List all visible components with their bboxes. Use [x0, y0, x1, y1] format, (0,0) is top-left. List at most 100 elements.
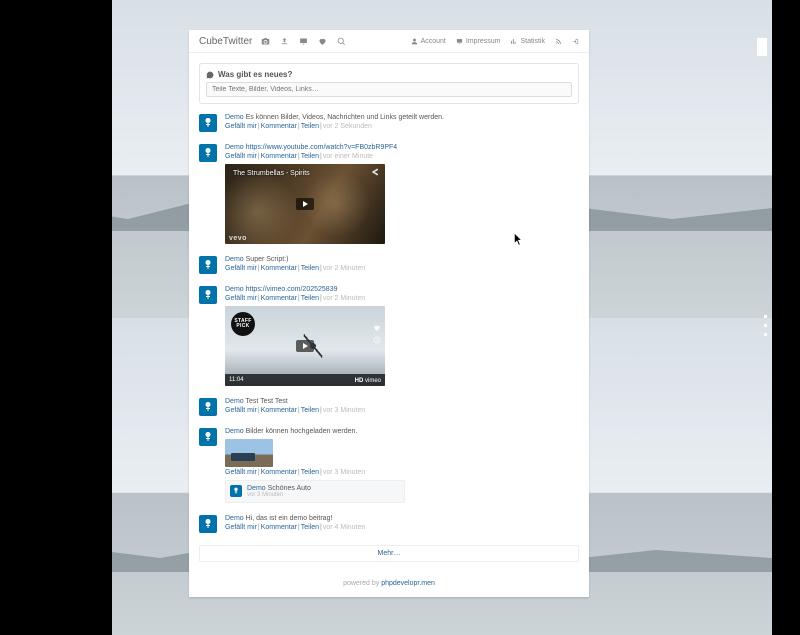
video-title: The Strumbellas - Spirits — [233, 170, 310, 177]
brand[interactable]: CubeTwitter — [199, 36, 252, 47]
vevo-badge: vevo — [229, 235, 247, 242]
load-more[interactable]: Mehr… — [199, 545, 579, 562]
post: Demo https://vimeo.com/202525839 Gefällt… — [199, 286, 579, 386]
like-link[interactable]: Gefällt mir — [225, 524, 257, 531]
post-text: Es können Bilder, Videos, Nachrichten un… — [246, 114, 444, 121]
compose-title: Was gibt es neues? — [218, 70, 292, 79]
play-icon[interactable] — [296, 198, 314, 210]
post-time: vor 2 Sekunden — [323, 123, 372, 130]
avatar[interactable] — [199, 286, 217, 304]
app-panel: CubeTwitter Account Impressum Statistik … — [189, 30, 589, 597]
share-link[interactable]: Teilen — [301, 407, 319, 414]
comment-text: Schönes Auto — [268, 485, 311, 492]
share-icon[interactable] — [371, 168, 379, 178]
side-indicator — [764, 315, 767, 336]
share-link[interactable]: Teilen — [301, 469, 319, 476]
rss-icon[interactable] — [555, 38, 562, 45]
post-author[interactable]: Demo — [225, 286, 244, 293]
post-time: vor 3 Minuten — [323, 407, 365, 414]
post: Demo Es können Bilder, Videos, Nachricht… — [199, 114, 579, 132]
post-link[interactable]: https://www.youtube.com/watch?v=FB0zbR9P… — [246, 144, 398, 151]
nav-statistik-label: Statistik — [520, 38, 545, 45]
post-text: Bilder können hochgeladen werden. — [246, 428, 358, 435]
like-link[interactable]: Gefällt mir — [225, 265, 257, 272]
post: Demo Super Script:) Gefällt mir|Kommenta… — [199, 256, 579, 274]
comment-link[interactable]: Kommentar — [261, 295, 297, 302]
nav-impressum-label: Impressum — [466, 38, 501, 45]
avatar[interactable] — [199, 256, 217, 274]
post-time: vor 2 Minuten — [323, 295, 365, 302]
like-link[interactable]: Gefällt mir — [225, 295, 257, 302]
like-link[interactable]: Gefällt mir — [225, 407, 257, 414]
post-text: Super Script:) — [246, 256, 289, 263]
avatar[interactable] — [199, 114, 217, 132]
video-duration: 11:04 — [229, 377, 244, 383]
upload-icon[interactable] — [279, 36, 289, 46]
footer: powered by phpdevelopr.men — [189, 572, 589, 597]
nav-account-label: Account — [421, 38, 446, 45]
like-link[interactable]: Gefällt mir — [225, 469, 257, 476]
image-attachment[interactable] — [225, 439, 273, 467]
like-link[interactable]: Gefällt mir — [225, 153, 257, 160]
avatar[interactable] — [230, 485, 242, 497]
vimeo-badge: vimeo — [365, 378, 381, 384]
post: Demo https://www.youtube.com/watch?v=FB0… — [199, 144, 579, 244]
post-author[interactable]: Demo — [225, 515, 244, 522]
avatar[interactable] — [199, 428, 217, 446]
heart-icon[interactable] — [317, 36, 327, 46]
desktop-icon[interactable] — [298, 36, 308, 46]
navbar: CubeTwitter Account Impressum Statistik — [189, 30, 589, 53]
post-time: vor einer Minute — [323, 153, 373, 160]
footer-prefix: powered by — [343, 580, 381, 587]
video-embed[interactable]: STAFF PICK 11:04 HD vimeo — [225, 306, 385, 386]
compose-box: Was gibt es neues? — [199, 63, 579, 104]
post: Demo Test Test Test Gefällt mir|Kommenta… — [199, 398, 579, 416]
side-widget — [757, 38, 767, 56]
post-text: Test Test Test — [246, 398, 288, 405]
post-text: Hi, das ist ein demo beitrag! — [246, 515, 333, 522]
share-link[interactable]: Teilen — [301, 123, 319, 130]
comment-link[interactable]: Kommentar — [261, 123, 297, 130]
footer-link[interactable]: phpdevelopr.men — [381, 580, 435, 587]
post-author[interactable]: Demo — [225, 144, 244, 151]
post-author[interactable]: Demo — [225, 428, 244, 435]
avatar[interactable] — [199, 515, 217, 533]
post-author[interactable]: Demo — [225, 398, 244, 405]
post-time: vor 3 Minuten — [323, 469, 365, 476]
comment-link[interactable]: Kommentar — [261, 153, 297, 160]
hd-badge: HD — [355, 378, 364, 384]
avatar[interactable] — [199, 144, 217, 162]
share-link[interactable]: Teilen — [301, 524, 319, 531]
post-time: vor 2 Minuten — [323, 265, 365, 272]
comment-link[interactable]: Kommentar — [261, 524, 297, 531]
comment-link[interactable]: Kommentar — [261, 265, 297, 272]
post: Demo Hi, das ist ein demo beitrag! Gefäl… — [199, 515, 579, 533]
like-link[interactable]: Gefällt mir — [225, 123, 257, 130]
avatar[interactable] — [199, 398, 217, 416]
post-link[interactable]: https://vimeo.com/202525839 — [246, 286, 338, 293]
later-icon[interactable] — [373, 336, 381, 344]
comment-link[interactable]: Kommentar — [261, 469, 297, 476]
nav-impressum[interactable]: Impressum — [456, 38, 501, 45]
compose-input[interactable] — [206, 82, 572, 97]
post-author[interactable]: Demo — [225, 256, 244, 263]
comment-author[interactable]: Demo — [247, 485, 266, 492]
share-link[interactable]: Teilen — [301, 153, 319, 160]
search-icon[interactable] — [336, 36, 346, 46]
camera-icon[interactable] — [260, 36, 270, 46]
share-link[interactable]: Teilen — [301, 265, 319, 272]
post-author[interactable]: Demo — [225, 114, 244, 121]
staff-pick-badge: STAFF PICK — [231, 312, 255, 336]
share-link[interactable]: Teilen — [301, 295, 319, 302]
logout-icon[interactable] — [572, 38, 579, 45]
like-icon[interactable] — [373, 324, 381, 332]
comment-link[interactable]: Kommentar — [261, 407, 297, 414]
load-more-label: Mehr… — [378, 550, 401, 557]
nav-account[interactable]: Account — [411, 38, 446, 45]
cursor-icon — [513, 232, 524, 249]
post: Demo Bilder können hochgeladen werden. G… — [199, 428, 579, 503]
nav-statistik[interactable]: Statistik — [510, 38, 545, 45]
play-icon[interactable] — [296, 340, 314, 352]
video-embed[interactable]: The Strumbellas - Spirits vevo — [225, 164, 385, 244]
comment-time: vor 3 Minuten — [247, 492, 311, 498]
